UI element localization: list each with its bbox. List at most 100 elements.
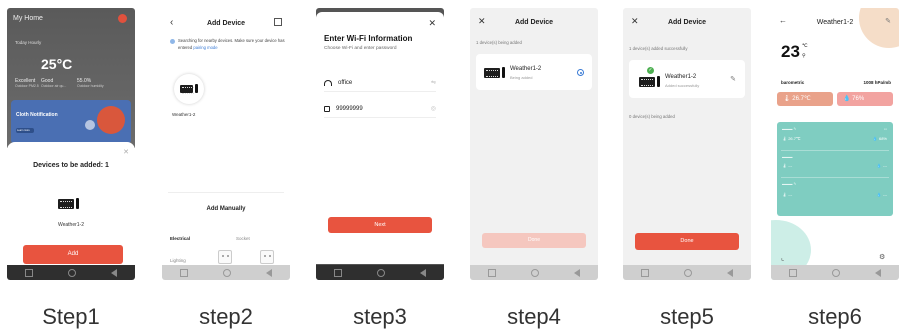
- home-icon[interactable]: [831, 268, 840, 277]
- switch-network-icon[interactable]: ⇋: [431, 79, 436, 86]
- channel-label: ▬▬▬: [782, 155, 793, 159]
- lock-icon: [324, 105, 330, 112]
- device-name: Weather1-2: [510, 66, 542, 72]
- system-nav-bar: [623, 265, 751, 280]
- step1-screen: My Home Today Hourly 25°C Excellent Good…: [7, 8, 135, 280]
- wifi-name-value: office: [338, 79, 353, 86]
- decor-circle: [85, 120, 95, 130]
- notification-card[interactable]: Cloth Notification Learn more: [11, 100, 131, 144]
- indoor-temp-pill[interactable]: 🌡 26.7℃: [777, 92, 833, 106]
- check-icon: ✓: [647, 67, 654, 74]
- wifi-dialog: ✕ Enter Wi-Fi Information Choose Wi-Fi a…: [316, 12, 444, 264]
- system-nav-bar: [470, 265, 598, 280]
- step2-screen: ‹ Add Device Searching for nearby device…: [162, 8, 290, 280]
- pairing-mode-link[interactable]: pairing mode: [193, 45, 217, 50]
- home-title[interactable]: My Home: [13, 15, 43, 22]
- divider: [168, 192, 284, 193]
- battery-icon: ▭: [883, 127, 887, 131]
- barometric-row: barometric 1008 hPa/mb: [781, 80, 891, 85]
- divider: [781, 150, 889, 151]
- temperature-unit: ℃: [802, 43, 808, 49]
- air-quality-label: Outdoor air qu...: [41, 84, 67, 88]
- learn-more-button[interactable]: Learn more: [16, 128, 34, 133]
- edit-icon[interactable]: ✎: [885, 17, 891, 25]
- next-button[interactable]: Next: [328, 217, 432, 233]
- channels-panel: ▬▬▬ ✎ ▭ 🌡 26.7℃ 💧 68% ▬▬▬ 🌡 --- 💧 --- ▬▬…: [777, 122, 893, 216]
- system-nav-bar: [771, 265, 899, 280]
- add-button[interactable]: Add: [23, 245, 123, 264]
- home-icon[interactable]: [530, 268, 539, 277]
- gear-icon[interactable]: ⚙: [879, 253, 885, 261]
- step4-screen: ✕ Add Device 1 device(s) being added Wea…: [470, 8, 598, 280]
- chart-icon[interactable]: ⌞: [781, 254, 784, 262]
- device-image: [58, 198, 79, 209]
- socket-icon[interactable]: [260, 250, 274, 264]
- divider: [781, 177, 889, 178]
- home-header: My Home Today Hourly 25°C Excellent Good…: [7, 8, 135, 148]
- category-electrical[interactable]: Electrical: [170, 236, 190, 241]
- category-lighting[interactable]: Lighting: [170, 258, 186, 263]
- step4-label: step4: [507, 304, 561, 329]
- home-icon[interactable]: [376, 268, 385, 277]
- recent-apps-icon[interactable]: [487, 268, 496, 277]
- done-button[interactable]: Done: [482, 233, 586, 248]
- barometric-value: 1008 hPa/mb: [863, 80, 891, 85]
- add-icon[interactable]: [118, 14, 127, 23]
- scan-icon[interactable]: [274, 18, 282, 26]
- close-icon[interactable]: ✕: [123, 148, 129, 156]
- back-icon[interactable]: [574, 268, 581, 277]
- wifi-name-field[interactable]: office ⇋: [324, 74, 436, 92]
- indoor-humidity-pill[interactable]: 💧 76%: [837, 92, 893, 106]
- done-button[interactable]: Done: [635, 233, 739, 250]
- back-icon[interactable]: [111, 268, 118, 277]
- device-card: Weather1-2 Being added: [476, 54, 592, 90]
- page-title: Add Device: [667, 19, 707, 26]
- step3-screen: ✕ Enter Wi-Fi Information Choose Wi-Fi a…: [316, 8, 444, 280]
- add-manually-title: Add Manually: [206, 206, 246, 212]
- home-icon[interactable]: [683, 268, 692, 277]
- channel1-humidity: 💧 68%: [872, 136, 887, 141]
- recent-apps-icon[interactable]: [24, 268, 33, 277]
- dialog-subtitle: Choose Wi-Fi and enter password: [324, 46, 397, 51]
- phone-illustration-icon: [97, 106, 125, 134]
- found-device[interactable]: [174, 74, 204, 104]
- home-icon[interactable]: [222, 268, 231, 277]
- adding-status: 0 device(s) being added: [629, 114, 675, 119]
- wifi-icon: [324, 79, 332, 86]
- back-icon[interactable]: [420, 268, 427, 277]
- recent-apps-icon[interactable]: [333, 268, 342, 277]
- back-icon[interactable]: [875, 268, 882, 277]
- device-name: Weather1-2: [665, 74, 697, 80]
- recent-apps-icon[interactable]: [640, 268, 649, 277]
- password-value: 99999999: [336, 105, 363, 112]
- channel1-temp: 🌡 26.7℃: [782, 136, 801, 141]
- back-icon[interactable]: [266, 268, 273, 277]
- weather-icon: ⚲: [802, 53, 806, 59]
- outdoor-temperature: 25°C: [41, 56, 73, 72]
- system-nav-bar: [7, 265, 135, 280]
- page-title: Weather1-2: [816, 19, 854, 26]
- card-title: Cloth Notification: [16, 112, 58, 118]
- recent-apps-icon[interactable]: [179, 268, 188, 277]
- channel-label: ▬▬▬ ✎: [782, 182, 797, 186]
- sheet-title: Devices to be added: 1: [33, 162, 109, 169]
- password-field[interactable]: 99999999 ◎: [324, 100, 436, 118]
- barometric-label: barometric: [781, 80, 805, 85]
- device-card: ✓ Weather1-2 Added successfully ✎: [629, 60, 745, 98]
- channel3-humidity: 💧 ---: [876, 192, 887, 197]
- device-image: [484, 67, 505, 78]
- step6-label: step6: [808, 304, 862, 329]
- category-socket-label: Socket: [236, 236, 250, 241]
- home-icon[interactable]: [67, 268, 76, 277]
- step1-label: Step1: [42, 304, 100, 329]
- devices-sheet: ✕ Devices to be added: 1 Weather1-2 Add: [7, 142, 135, 266]
- dialog-title: Enter Wi-Fi Information: [324, 34, 413, 43]
- socket-icon[interactable]: [218, 250, 232, 264]
- recent-apps-icon[interactable]: [788, 268, 797, 277]
- show-password-icon[interactable]: ◎: [431, 105, 436, 112]
- edit-icon[interactable]: ✎: [730, 75, 736, 83]
- back-icon[interactable]: [727, 268, 734, 277]
- search-hint: Searching for nearby devices. Make sure …: [178, 38, 285, 50]
- close-icon[interactable]: ✕: [428, 18, 436, 29]
- current-temperature: 23: [781, 42, 800, 61]
